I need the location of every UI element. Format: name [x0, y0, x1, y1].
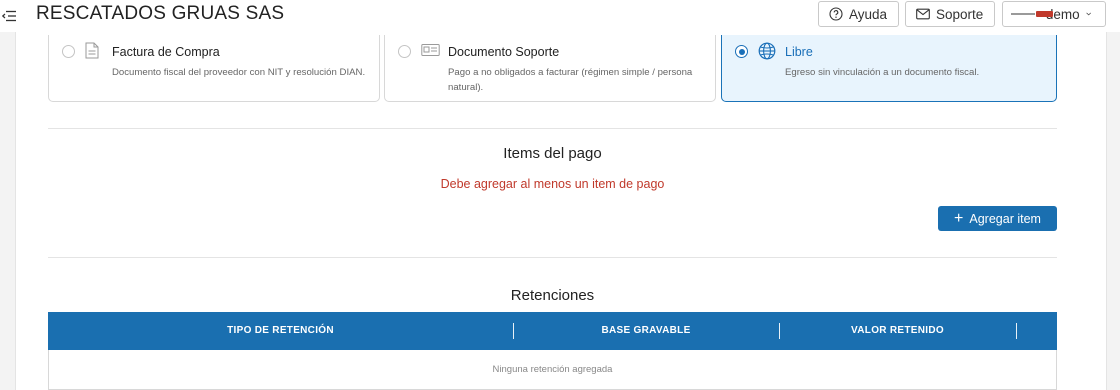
support-label: Soporte — [936, 6, 984, 22]
main-content: Factura de Compra Documento fiscal del p… — [17, 32, 1106, 390]
right-gutter — [1106, 32, 1120, 390]
items-error-message: Debe agregar al menos un item de pago — [440, 177, 665, 191]
column-divider — [1016, 323, 1017, 339]
id-card-icon — [421, 44, 440, 56]
help-label: Ayuda — [849, 6, 888, 22]
add-item-button[interactable]: + Agregar item — [938, 206, 1057, 231]
doc-type-description: Documento fiscal del proveedor con NIT y… — [112, 67, 366, 78]
doc-type-card-soporte[interactable]: Documento Soporte Pago a no obligados a … — [384, 35, 716, 102]
globe-icon — [758, 42, 776, 60]
user-menu-button[interactable]: demo — [1002, 1, 1106, 27]
plus-icon: + — [954, 209, 964, 227]
left-gutter — [0, 32, 16, 390]
help-icon — [829, 7, 843, 21]
column-header-tipo[interactable]: TIPO DE RETENCIÓN — [48, 312, 513, 350]
support-button[interactable]: Soporte — [905, 1, 995, 27]
table-header: TIPO DE RETENCIÓN BASE GRAVABLE VALOR RE… — [48, 312, 1057, 350]
doc-type-description: Egreso sin vinculación a un documento fi… — [785, 67, 980, 78]
chevron-down-icon — [1086, 12, 1091, 16]
section-divider — [48, 128, 1057, 129]
company-name: RESCATADOS GRUAS SAS — [36, 3, 285, 24]
column-header-valor[interactable]: VALOR RETENIDO — [779, 312, 1016, 350]
doc-type-title: Libre — [785, 45, 813, 59]
doc-type-description: Pago a no obligados a facturar (régimen … — [448, 67, 693, 93]
mail-icon — [916, 8, 930, 20]
add-item-label: Agregar item — [969, 211, 1041, 226]
doc-type-card-factura[interactable]: Factura de Compra Documento fiscal del p… — [48, 35, 380, 102]
empty-table-message: Ninguna retención agregada — [492, 364, 613, 375]
doc-type-title: Factura de Compra — [112, 45, 220, 59]
radio-factura[interactable] — [62, 45, 75, 58]
doc-type-card-libre[interactable]: Libre Egreso sin vinculación a un docume… — [721, 35, 1057, 102]
document-icon — [85, 42, 99, 59]
items-section-title: Items del pago — [503, 145, 602, 162]
top-bar: RESCATADOS GRUAS SAS Ayuda Soporte demo — [0, 0, 1120, 32]
column-header-base[interactable]: BASE GRAVABLE — [513, 312, 779, 350]
radio-libre[interactable] — [735, 45, 748, 58]
doc-type-title: Documento Soporte — [448, 45, 560, 59]
company-logo — [1011, 9, 1053, 19]
retenciones-table: TIPO DE RETENCIÓN BASE GRAVABLE VALOR RE… — [48, 312, 1057, 390]
radio-soporte[interactable] — [398, 45, 411, 58]
section-divider — [48, 257, 1057, 258]
retenciones-section-title: Retenciones — [510, 287, 595, 304]
help-button[interactable]: Ayuda — [818, 1, 899, 27]
menu-collapse-icon[interactable] — [2, 10, 16, 22]
